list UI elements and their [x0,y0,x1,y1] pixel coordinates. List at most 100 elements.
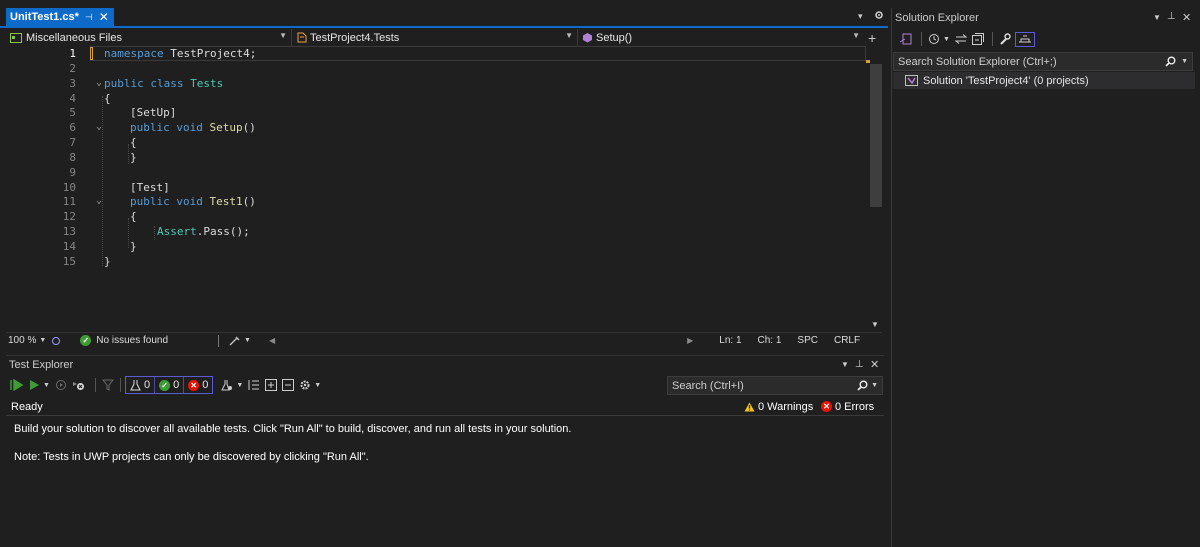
pin-tab-icon[interactable]: ⊣ [85,12,93,23]
search-options-dropdown-icon[interactable]: ▼ [1181,58,1188,65]
scroll-left-arrow-icon[interactable]: ◀ [269,336,275,345]
line-number: 4 [69,92,76,105]
code-keyword: namespace [104,47,164,60]
code-line: Assert.Pass(); [157,225,250,238]
line-ending-indicator[interactable]: CRLF [834,335,860,346]
settings-dropdown-icon[interactable]: ▼ [314,382,321,389]
panel-dropdown-icon[interactable]: ▼ [1153,13,1161,22]
collapse-all-icon[interactable] [971,33,984,45]
code-line: { [104,92,111,105]
close-icon[interactable]: ✕ [870,358,879,371]
solution-explorer-toolbar: ▼ [896,29,1196,49]
test-explorer-title: Test Explorer [9,358,74,371]
solution-label: Solution 'TestProject4' (0 projects) [923,74,1089,87]
settings-icon[interactable] [299,379,311,391]
project-dropdown[interactable]: Miscellaneous Files ▼ [6,29,292,46]
separator [94,378,96,392]
zoom-dropdown-icon[interactable]: ▼ [39,337,46,344]
pin-icon[interactable]: ⊥ [1167,11,1176,22]
collapse-all-icon[interactable] [282,379,295,391]
tab-unittest1[interactable]: UnitTest1.cs* ⊣ ✕ [6,8,114,26]
intellicode-icon[interactable] [50,336,62,346]
history-dropdown-icon[interactable]: ▼ [943,36,950,43]
issues-status[interactable]: No issues found [96,335,168,346]
zoom-level[interactable]: 100 % [8,335,36,346]
code-line: { [130,210,137,223]
preview-selected-items-icon[interactable] [1014,31,1035,47]
code-keyword: public [130,195,170,208]
check-circle-icon: ✓ [80,335,92,346]
code-line: } [130,240,137,253]
expand-all-icon[interactable] [265,379,278,391]
playlist-icon[interactable] [221,379,233,391]
scroll-right-arrow-icon[interactable]: ▶ [687,336,693,345]
pin-icon[interactable]: ⊥ [855,359,864,370]
method-icon [582,32,593,43]
run-all-icon[interactable] [10,379,24,391]
line-indicator[interactable]: Ln: 1 [719,335,741,346]
scroll-marker [866,60,870,63]
line-number: 14 [62,240,76,253]
fold-chevron-icon[interactable]: ⌄ [96,77,102,88]
history-icon[interactable] [928,33,940,45]
repeat-run-icon[interactable] [55,379,67,391]
tab-list-dropdown-icon[interactable]: ▾ [858,11,863,22]
tree-item-solution[interactable]: Solution 'TestProject4' (0 projects) [893,72,1195,89]
solution-search-input[interactable]: Search Solution Explorer (Ctrl+;) ▼ [893,52,1193,71]
gear-icon[interactable] [874,10,884,20]
member-dropdown[interactable]: Setup() ▼ [578,29,864,46]
search-icon[interactable] [1165,56,1176,67]
type-dropdown[interactable]: TestProject4.Tests ▼ [292,29,578,46]
playlist-dropdown-icon[interactable]: ▼ [236,382,243,389]
line-change-marker [90,47,93,60]
editor-scroll-thumb[interactable] [870,64,882,207]
close-icon[interactable]: ✕ [1182,11,1191,24]
code-line: { [130,136,137,149]
error-icon: ✕ [821,401,832,412]
indent-guide [128,144,129,164]
discover-message: Build your solution to discover all avai… [14,423,572,435]
search-icon[interactable] [857,380,868,391]
code-keyword: void [176,121,203,134]
fold-chevron-icon[interactable]: ⌄ [96,195,102,206]
whitespace-indicator[interactable]: SPC [797,335,818,346]
scroll-down-arrow-icon[interactable]: ▼ [871,320,879,329]
search-options-dropdown-icon[interactable]: ▼ [871,382,878,389]
run-status: Ready [11,400,43,413]
failed-tests-filter[interactable]: ✕ 0 [184,377,212,393]
properties-wrench-icon[interactable] [999,33,1011,45]
line-number: 1 [69,47,76,60]
chevron-down-icon: ▼ [565,31,573,40]
fold-chevron-icon[interactable]: ⌄ [96,121,102,132]
warnings-count[interactable]: 0 Warnings [758,401,813,413]
code-method: Test1 [209,195,243,208]
solution-search-placeholder: Search Solution Explorer (Ctrl+;) [898,55,1057,68]
run-dropdown-icon[interactable]: ▼ [43,382,50,389]
line-number: 10 [62,181,76,194]
sync-icon[interactable] [954,34,967,44]
code-cleanup-icon[interactable] [229,336,241,346]
chevron-down-icon: ▼ [852,31,860,40]
code-cleanup-dropdown-icon[interactable]: ▼ [244,337,251,344]
run-icon[interactable] [28,379,40,391]
flask-icon [130,379,141,391]
line-number: 3 [69,77,76,90]
group-by-icon[interactable] [248,379,260,391]
line-number: 12 [62,210,76,223]
code-editor[interactable]: 1 2 3 4 5 6 7 8 9 10 11 12 13 14 15 ⌄ ⌄ … [6,46,866,332]
solution-explorer-panel: Solution Explorer ▼ ⊥ ✕ ▼ Search Solutio… [891,8,1200,547]
split-window-icon[interactable]: + [868,30,876,46]
test-explorer-status-row: Ready 0 Warnings ✕ 0 Errors [6,398,884,416]
test-search-input[interactable]: Search (Ctrl+I) ▼ [667,376,883,395]
switch-views-icon[interactable] [899,33,913,45]
cancel-run-icon[interactable] [72,379,85,391]
errors-count[interactable]: 0 Errors [835,401,874,413]
total-tests-filter[interactable]: 0 [126,377,156,393]
indent-guide [102,96,103,266]
close-tab-icon[interactable]: ✕ [99,10,109,24]
test-explorer-title-bar: Test Explorer ▼ ⊥ ✕ [6,355,884,373]
filter-icon[interactable] [101,379,114,391]
passed-tests-filter[interactable]: ✓ 0 [155,377,185,393]
column-indicator[interactable]: Ch: 1 [758,335,782,346]
panel-dropdown-icon[interactable]: ▼ [841,360,849,369]
